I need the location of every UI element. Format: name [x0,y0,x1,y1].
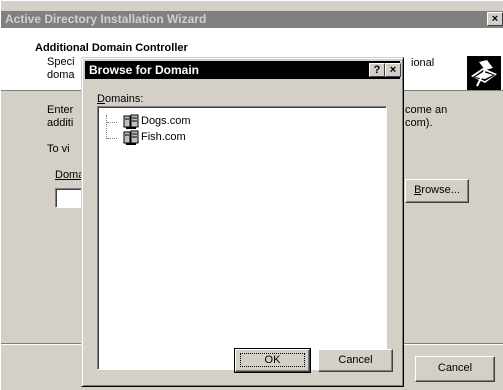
description-line3-start: To vi [47,143,70,155]
dialog-titlebar[interactable]: Browse for Domain ? × [85,61,401,79]
browse-for-domain-dialog: Browse for Domain ? × Domains: Dogs.com [81,57,404,387]
description-line2-start: additi [47,117,74,129]
server-icon [123,114,139,129]
domains-label: Domains: [97,93,143,105]
tree-connector [107,138,117,139]
domain-item-label: Dogs.com [141,115,191,127]
wizard-title: Active Directory Installation Wizard [5,12,207,26]
tree-connector [106,115,107,139]
wizard-close-button[interactable]: × [487,12,503,26]
server-icon [123,130,139,145]
close-icon: × [491,13,499,25]
dialog-help-button[interactable]: ? [369,63,385,77]
description-line1-end: come an [405,104,448,116]
help-icon: ? [373,64,381,76]
dialog-title: Browse for Domain [89,63,200,77]
page-subtitle-line2: doma [47,69,75,81]
domain-field-label: Doma [55,169,85,181]
wizard-cancel-button[interactable]: Cancel [415,356,495,382]
book-wizard-icon [467,56,501,90]
description-line2-end: com). [405,117,433,129]
page-title: Additional Domain Controller [35,42,188,54]
domains-label-text: omains: [104,93,144,105]
browse-button-label: rowse... [421,184,460,196]
page-subtitle-tail: ional [411,57,435,69]
browse-button[interactable]: Browse... [405,179,469,203]
tree-connector [107,122,117,123]
page-subtitle-line1: Speci [47,56,75,68]
domains-mnemonic: D [97,93,105,105]
close-icon: × [389,64,397,76]
wizard-titlebar[interactable]: Active Directory Installation Wizard × [1,11,503,28]
ok-button[interactable]: OK [234,348,311,373]
domain-item-label: Fish.com [141,131,186,143]
dialog-cancel-button[interactable]: Cancel [318,349,393,372]
ok-button-label: OK [239,353,306,367]
dialog-close-button[interactable]: × [385,63,401,77]
description-line1-start: Enter [47,104,74,116]
domains-tree[interactable]: Dogs.com Fish.com [97,106,387,370]
